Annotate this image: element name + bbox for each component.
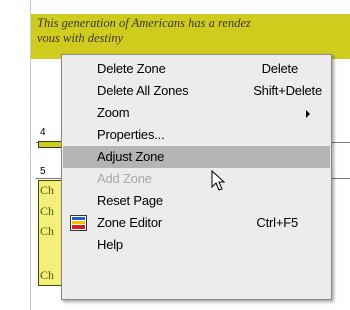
zone-text-fragment: Ch [40, 268, 55, 282]
menu-item-shortcut: Delete [261, 61, 299, 76]
context-menu: Delete Zone Delete Delete All Zones Shif… [61, 54, 332, 300]
zone-text-fragment: Ch [40, 224, 55, 238]
menu-item-adjust-zone[interactable]: Adjust Zone [63, 146, 330, 168]
banner-text-line-1: This generation of Americans has a rende… [37, 16, 251, 30]
zone-text-fragment: Ch [40, 183, 55, 197]
menu-item-label: Delete All Zones [97, 83, 189, 98]
menu-item-shortcut: Shift+Delete [253, 83, 322, 98]
zone-editor-icon [70, 215, 87, 231]
menu-item-properties[interactable]: Properties... [63, 124, 330, 146]
banner-text-line-2: vous with destiny [37, 31, 124, 45]
menu-item-reset-page[interactable]: Reset Page [63, 190, 330, 212]
menu-item-delete-zone[interactable]: Delete Zone Delete [63, 58, 330, 80]
menu-item-label: Properties... [97, 127, 165, 142]
menu-item-label: Adjust Zone [97, 149, 165, 164]
menu-item-label: Zoom [97, 105, 130, 120]
menu-item-add-zone: Add Zone [63, 168, 330, 190]
zone-number-5: 5 [40, 166, 46, 177]
menu-item-shortcut: Ctrl+F5 [256, 215, 298, 230]
menu-item-label: Zone Editor [97, 215, 163, 230]
mouse-pointer-icon [211, 170, 226, 191]
menu-item-zoom[interactable]: Zoom [63, 102, 330, 124]
menu-item-zone-editor[interactable]: Zone Editor Ctrl+F5 [63, 212, 330, 234]
menu-item-label: Reset Page [97, 193, 163, 208]
menu-item-help[interactable]: Help [63, 234, 330, 256]
submenu-arrow-icon [306, 110, 310, 118]
menu-item-delete-all-zones[interactable]: Delete All Zones Shift+Delete [63, 80, 330, 102]
text-zone-4[interactable] [38, 141, 62, 148]
menu-item-label: Help [97, 237, 123, 252]
menu-item-label: Delete Zone [97, 61, 166, 76]
menu-item-label: Add Zone [97, 171, 152, 186]
zone-number-4: 4 [40, 127, 46, 138]
zone-text-fragment: Ch [40, 204, 55, 218]
